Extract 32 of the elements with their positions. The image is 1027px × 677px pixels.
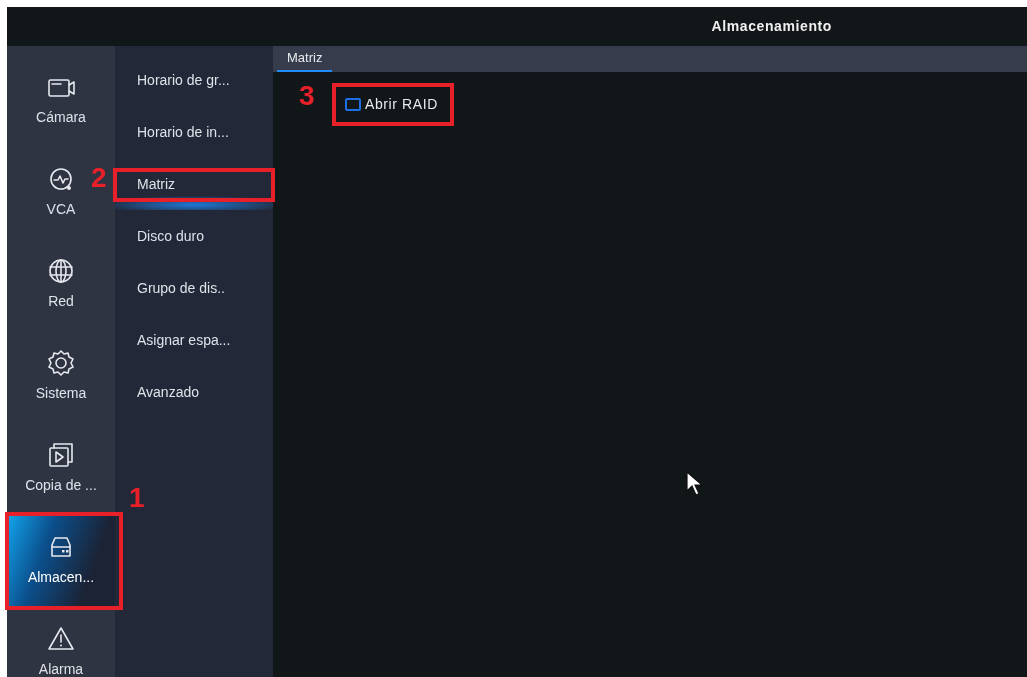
warning-icon xyxy=(47,624,75,653)
step-number: 2 xyxy=(91,164,107,192)
nav-item[interactable]: Almacen... xyxy=(7,514,115,606)
submenu-item[interactable]: Asignar espa... xyxy=(115,314,273,366)
nav-label: VCA xyxy=(46,199,76,219)
step-number: 1 xyxy=(129,484,145,512)
submenu-item[interactable]: Avanzado xyxy=(115,366,273,418)
nav-label: Sistema xyxy=(35,383,87,403)
submenu-item[interactable]: Horario de in... xyxy=(115,106,273,158)
nav-label: Copia de ... xyxy=(25,475,97,495)
playback-icon xyxy=(47,440,75,469)
nav-item[interactable]: Copia de ... xyxy=(7,422,115,514)
raid-checkbox[interactable]: Abrir RAID xyxy=(345,94,438,115)
nav-item[interactable]: Sistema xyxy=(7,330,115,422)
mouse-cursor-icon xyxy=(685,471,705,497)
settings-icon xyxy=(47,348,75,377)
nav-label: Red xyxy=(48,291,74,311)
submenu-item[interactable]: Horario de gr... xyxy=(115,54,273,106)
submenu-item[interactable]: Disco duro xyxy=(115,210,273,262)
step-number: 3 xyxy=(299,82,315,110)
nav-label: Cámara xyxy=(36,107,86,127)
checkbox[interactable] xyxy=(345,98,361,111)
window-title: Almacenamiento xyxy=(711,17,832,36)
nav-item[interactable]: Alarma xyxy=(7,606,115,677)
checkbox-label: Abrir RAID xyxy=(365,95,438,114)
nav-label: Almacen... xyxy=(27,567,95,587)
tab[interactable]: Matriz xyxy=(277,46,333,72)
globe-icon xyxy=(47,256,75,285)
nav-item[interactable]: Cámara xyxy=(7,54,115,146)
nav-item[interactable]: Red xyxy=(7,238,115,330)
submenu-item[interactable]: Grupo de dis.. xyxy=(115,262,273,314)
nav-label: Alarma xyxy=(38,659,84,677)
